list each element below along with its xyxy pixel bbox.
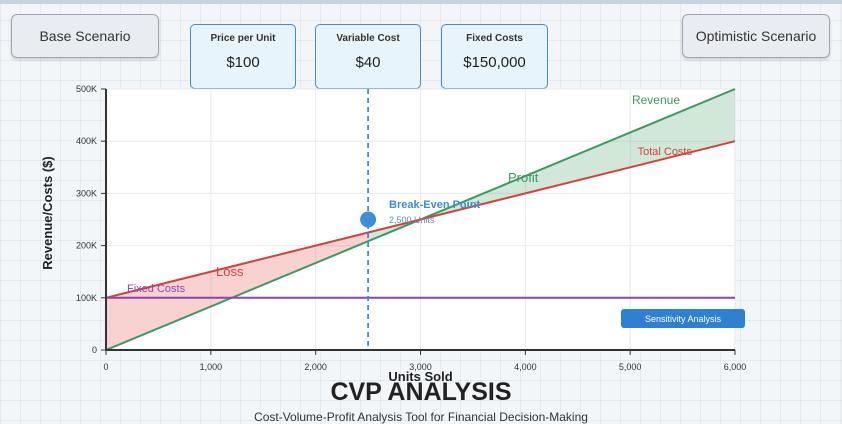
y-tick-label: 400K [76, 136, 97, 146]
y-tick-label: 500K [76, 84, 97, 94]
x-tick-label: 6,000 [724, 362, 747, 372]
x-tick-label: 1,000 [200, 362, 223, 372]
y-tick-label: 100K [76, 293, 97, 303]
sensitivity-analysis-button[interactable]: Sensitivity Analysis [621, 309, 745, 328]
x-tick-label: 0 [103, 362, 108, 372]
cvp-chart: 0100K200K300K400K500K0 1,000 2,000 3,000 4,0… [40, 84, 747, 384]
revenue-label: Revenue [632, 93, 680, 107]
loss-label: Loss [216, 264, 244, 279]
x-tick-label: 5,000 [619, 362, 642, 372]
total-costs-label: Total Costs [638, 146, 693, 158]
y-tick-label: 300K [76, 188, 97, 198]
page-title: CVP ANALYSIS [330, 378, 512, 406]
y-tick-label: 200K [76, 241, 97, 251]
break-even-point [360, 211, 377, 228]
break-even-label: Break-Even Point [389, 199, 480, 211]
fixed-costs-label: Fixed Costs [127, 283, 186, 295]
y-tick-label: 0 [92, 345, 97, 355]
profit-label: Profit [508, 170, 539, 185]
x-tick-label: 2,000 [304, 362, 327, 372]
x-tick-label: 4,000 [514, 362, 537, 372]
break-even-units: 2,500 Units [389, 215, 435, 225]
y-axis-title: Revenue/Costs ($) [40, 156, 55, 269]
